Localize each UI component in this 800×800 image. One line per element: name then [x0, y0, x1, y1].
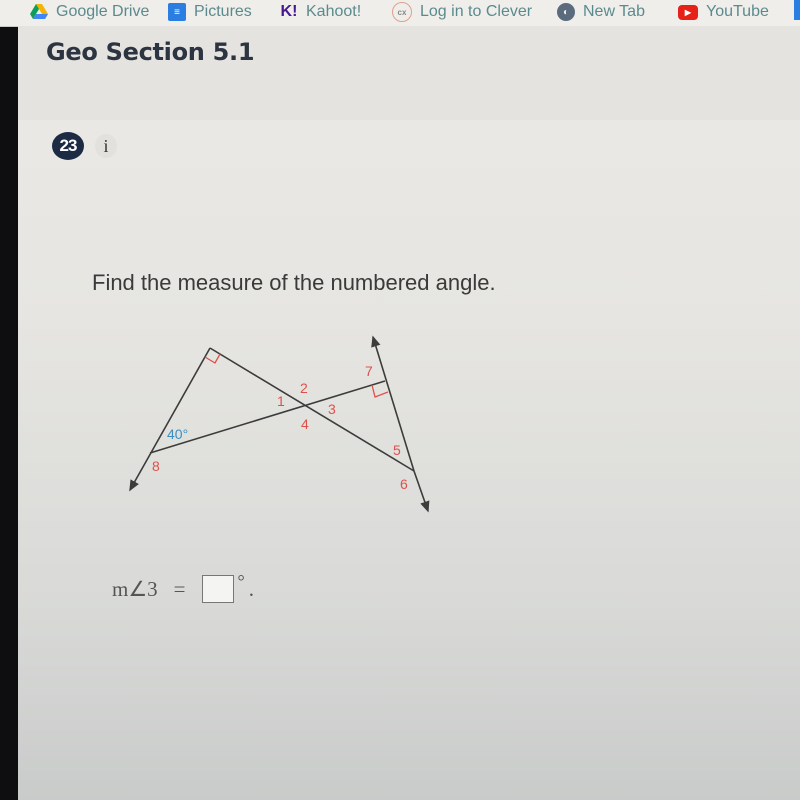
equals-sign: =	[173, 576, 186, 601]
question-number-badge: 23	[52, 132, 84, 160]
angle-expression: m∠3	[112, 576, 158, 601]
bookmark-label: Pictures	[194, 3, 252, 20]
bookmark-label: Google Drive	[56, 3, 150, 20]
overflow-edge	[794, 0, 800, 20]
bookmark-pictures[interactable]: ≡ Pictures	[168, 0, 252, 24]
bookmark-label: Log in to Clever	[420, 3, 533, 20]
page-header: Geo Section 5.1	[18, 26, 800, 120]
bookmark-kahoot[interactable]: K! Kahoot!	[280, 0, 362, 24]
bookmark-google-drive[interactable]: Google Drive	[30, 0, 149, 24]
info-button[interactable]: i	[95, 134, 117, 158]
docs-icon: ≡	[168, 3, 186, 21]
question-prompt: Find the measure of the numbered angle.	[92, 270, 496, 295]
period: .	[248, 576, 254, 601]
youtube-icon: ▶	[678, 4, 698, 20]
bookmark-new-tab[interactable]: ◐ New Tab	[557, 0, 645, 24]
bookmark-youtube[interactable]: ▶ YouTube	[678, 0, 769, 24]
bookmark-label: Kahoot!	[306, 3, 362, 20]
globe-icon: ◐	[557, 3, 575, 21]
kahoot-icon: K!	[280, 3, 298, 20]
clever-icon: cx	[392, 2, 412, 22]
answer-row: m∠3 = ° .	[112, 571, 254, 603]
bookmark-clever[interactable]: cx Log in to Clever	[392, 0, 532, 24]
page-title: Geo Section 5.1	[46, 38, 255, 66]
bookmark-label: New Tab	[583, 3, 645, 20]
bookmark-label: YouTube	[706, 3, 769, 20]
google-drive-icon	[30, 3, 48, 21]
degree-symbol: °	[237, 570, 245, 591]
screen	[18, 0, 800, 800]
bookmarks-bar: Google Drive ≡ Pictures K! Kahoot! cx Lo…	[0, 0, 800, 27]
answer-input[interactable]	[201, 575, 234, 603]
